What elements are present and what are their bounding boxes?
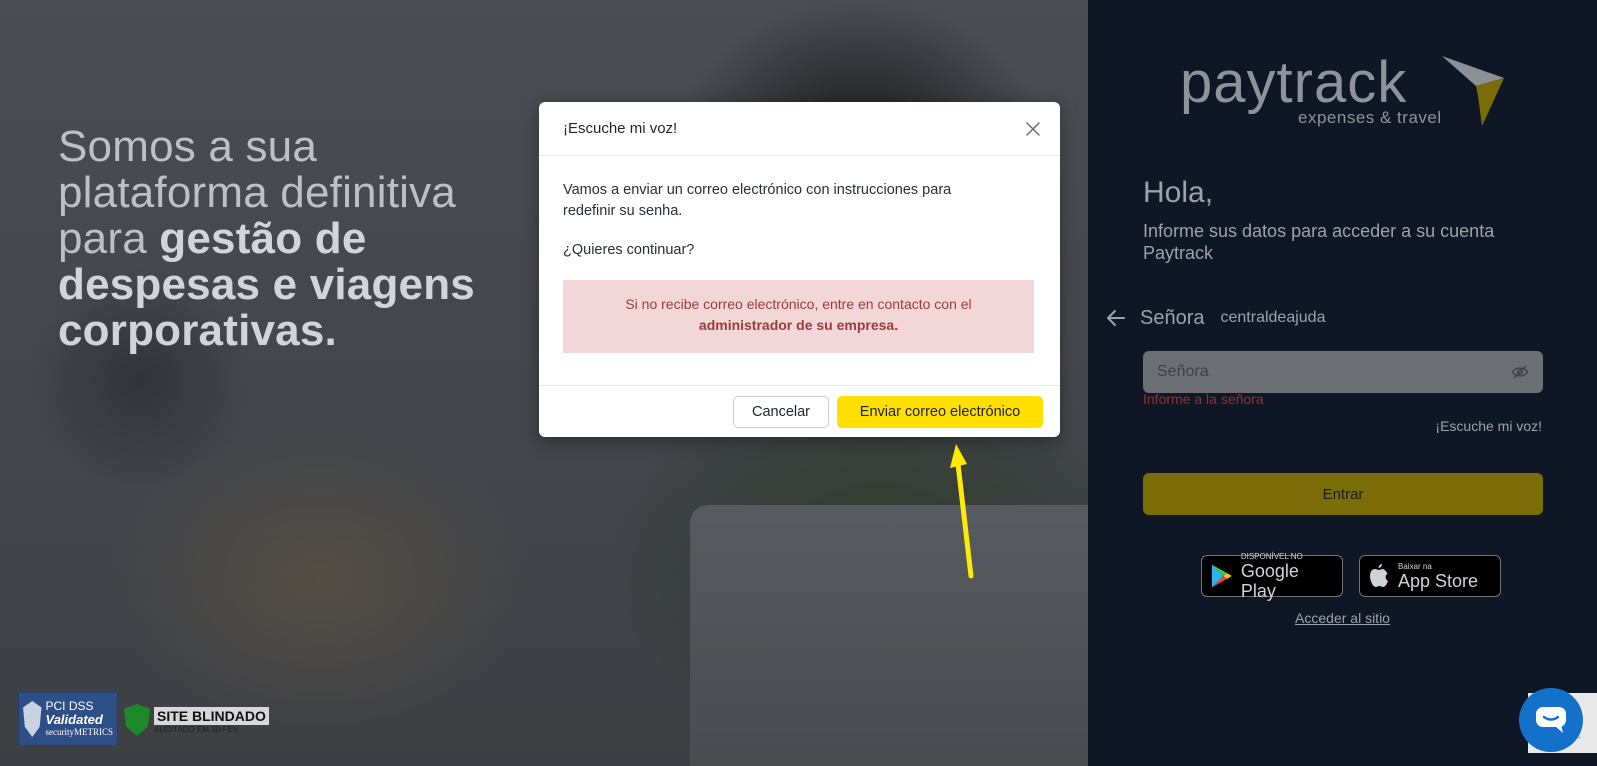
site-badge-title: SITE BLINDADO <box>154 706 269 725</box>
site-badge-sub: AUDITADO EM 30-FEV <box>154 724 239 734</box>
hero-title: Somos a sua plataforma definitiva para g… <box>58 124 528 354</box>
cancel-button[interactable]: Cancelar <box>733 396 829 428</box>
alert-text: Si no recibe correo electrónico, entre e… <box>625 296 972 312</box>
password-input[interactable] <box>1157 363 1511 381</box>
back-arrow-icon[interactable] <box>1104 306 1128 330</box>
logo-wordmark: paytrack <box>1180 50 1408 115</box>
google-play-badge[interactable]: DISPONÍVEL NO Google Play <box>1201 551 1343 601</box>
dialog-body: Vamos a enviar un correo electrónico con… <box>539 156 1060 353</box>
user-name: centraldeajuda <box>1220 309 1326 326</box>
access-site-link[interactable]: Acceder al sitio <box>1088 610 1597 626</box>
pci-line2: Validated <box>45 711 103 727</box>
password-error: Informe a la señora <box>1143 391 1264 407</box>
dialog-header: ¡Escuche mi voz! <box>539 102 1060 156</box>
chat-bubble-icon <box>1536 707 1566 733</box>
site-shield-icon <box>124 704 150 736</box>
enter-button[interactable]: Entrar <box>1143 473 1543 515</box>
logo-arrow-icon <box>1442 56 1504 126</box>
annotation-arrow-icon <box>950 444 974 579</box>
chat-button[interactable] <box>1519 688 1583 752</box>
dialog-footer: Cancelar Enviar correo electrónico <box>539 385 1060 437</box>
login-intro-text: Informe sus datos para acceder a su cuen… <box>1143 221 1495 263</box>
pci-dss-badge[interactable]: PCI DSS Validated securityMETRICS <box>18 692 118 746</box>
alert-bold-text: administrador de su empresa. <box>698 317 899 333</box>
app-store-small: Baixar na <box>1398 561 1432 571</box>
pci-line1: PCI DSS <box>45 698 94 713</box>
site-blindado-badge[interactable]: SITE BLINDADO AUDITADO EM 30-FEV <box>124 704 269 736</box>
app-store-big: App Store <box>1398 570 1479 591</box>
user-label: Señora <box>1140 306 1205 329</box>
eye-slash-icon[interactable] <box>1511 363 1529 381</box>
google-play-big: Google Play <box>1240 560 1299 601</box>
pci-line3: securityMETRICS <box>45 726 114 737</box>
paytrack-logo: paytrack expenses & travel <box>1180 52 1520 132</box>
close-icon[interactable] <box>1024 120 1042 138</box>
forgot-password-link[interactable]: ¡Escuche mi voz! <box>1435 418 1542 434</box>
dialog-message: Vamos a enviar un correo electrónico con… <box>563 182 952 219</box>
app-store-badge[interactable]: Baixar na App Store <box>1359 555 1501 597</box>
dialog-title: ¡Escuche mi voz! <box>563 120 678 137</box>
google-play-icon <box>1211 564 1232 588</box>
dialog-question: ¿Quieres continuar? <box>563 242 695 258</box>
dialog-alert: Si no recibe correo electrónico, entre e… <box>563 280 1034 353</box>
greeting-heading: Hola, <box>1143 176 1214 209</box>
apple-icon <box>1370 564 1388 587</box>
store-badges: DISPONÍVEL NO Google Play Baixar na App … <box>1201 551 1501 601</box>
pci-shield-icon <box>23 701 42 737</box>
user-row: Señora centraldeajuda <box>1104 306 1325 330</box>
send-email-button[interactable]: Enviar correo electrónico <box>837 396 1043 428</box>
forgot-password-dialog: ¡Escuche mi voz! Vamos a enviar un corre… <box>539 102 1060 437</box>
login-panel: paytrack expenses & travel Hola, Informe… <box>1088 0 1597 766</box>
google-play-small: DISPONÍVEL NO <box>1240 551 1303 561</box>
password-field[interactable] <box>1143 351 1543 393</box>
logo-tagline: expenses & travel <box>1298 108 1442 127</box>
